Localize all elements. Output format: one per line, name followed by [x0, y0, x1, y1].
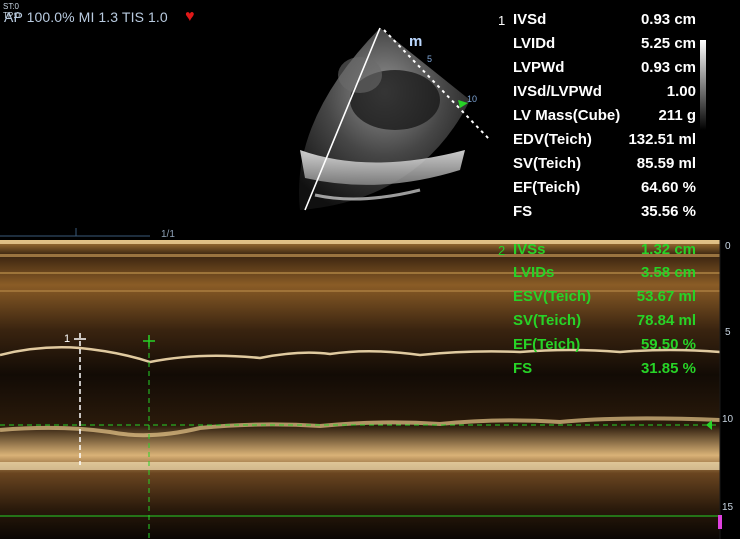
m1-label: IVSd — [513, 11, 547, 28]
m1-value: 0.93 cm — [640, 59, 696, 76]
m1-row: LVIDd 5.25 cm — [492, 31, 698, 55]
m1-value: 5.25 cm — [640, 35, 696, 52]
m1-label: SV(Teich) — [513, 155, 582, 172]
m1-row: SV(Teich) 85.59 ml — [492, 151, 698, 175]
m2-row: EF(Teich) 59.50 % — [492, 332, 698, 356]
depth-label-5: 5 — [725, 327, 731, 338]
m2-label: SV(Teich) — [513, 312, 582, 329]
m1-row: EF(Teich) 64.60 % — [492, 175, 698, 199]
m2-value: 59.50 % — [640, 336, 696, 353]
m2-label: IVSs — [513, 241, 546, 258]
m1-row: EDV(Teich) 132.51 ml — [492, 127, 698, 151]
m1-row: LVPWd 0.93 cm — [492, 55, 698, 79]
m2-row: ESV(Teich) 53.67 ml — [492, 284, 698, 308]
m2-row: 2 IVSs 1.32 cm — [492, 237, 698, 261]
m1-label: IVSd/LVPWd — [513, 83, 602, 100]
sector-depth-5: 5 — [427, 54, 433, 64]
m2-label: ESV(Teich) — [513, 288, 592, 305]
m1-label: LVPWd — [513, 59, 565, 76]
m1-value: 85.59 ml — [636, 155, 696, 172]
depth-label-0: 0 — [725, 241, 731, 252]
depth-label-10: 10 — [722, 414, 734, 425]
m2-row: SV(Teich) 78.84 ml — [492, 308, 698, 332]
page-indicator[interactable]: 1/1 — [161, 229, 175, 240]
heart-icon: ♥ — [185, 8, 195, 25]
m2-label: LVIDs — [513, 264, 555, 281]
2d-sector-image — [0, 27, 491, 237]
m1-value: 132.51 ml — [628, 131, 696, 148]
m2-value: 3.58 cm — [640, 264, 696, 281]
m1-label: LVIDd — [513, 35, 556, 52]
m1-row: FS 35.56 % — [492, 199, 698, 223]
m1-row: IVSd/LVPWd 1.00 — [492, 79, 698, 103]
m2-row: LVIDs 3.58 cm — [492, 260, 698, 284]
m1-value: 64.60 % — [640, 179, 696, 196]
m1-label: LV Mass(Cube) — [513, 107, 621, 124]
m1-value: 1.00 — [666, 83, 696, 100]
acoustic-status: AP 100.0% MI 1.3 TIS 1.0 — [4, 9, 168, 25]
m1-value: 0.93 cm — [640, 11, 696, 28]
measurement-panel: 1 IVSd 0.93 cm LVIDd 5.25 cm LVPWd 0.93 … — [492, 7, 698, 377]
m2-index: 2 — [498, 243, 506, 258]
depth-label-15: 15 — [722, 502, 734, 513]
m1-value: 35.56 % — [640, 203, 696, 220]
m2-label: FS — [513, 360, 533, 377]
m1-index: 1 — [498, 13, 506, 28]
m1-label: FS — [513, 203, 533, 220]
m1-label: EDV(Teich) — [513, 131, 592, 148]
m1-label: EF(Teich) — [513, 179, 581, 196]
ultrasound-screen: m 5 10 0 5 10 15 1 1/1 ST:0 TP:0 AP 100.… — [0, 0, 740, 539]
caliper-label: 1 — [64, 333, 71, 345]
m2-label: EF(Teich) — [513, 336, 581, 353]
m2-row: FS 31.85 % — [492, 356, 698, 380]
m1-row: 1 IVSd 0.93 cm — [492, 7, 698, 31]
m2-value: 53.67 ml — [636, 288, 696, 305]
grayscale-bar — [700, 40, 706, 130]
m2-value: 1.32 cm — [640, 241, 696, 258]
sector-depth-10: 10 — [467, 94, 478, 104]
m-mode-icon[interactable]: m — [409, 33, 422, 50]
m2-value: 31.85 % — [640, 360, 696, 377]
m1-row: LV Mass(Cube) 211 g — [492, 103, 698, 127]
m2-value: 78.84 ml — [636, 312, 696, 329]
m1-value: 211 g — [658, 107, 696, 124]
